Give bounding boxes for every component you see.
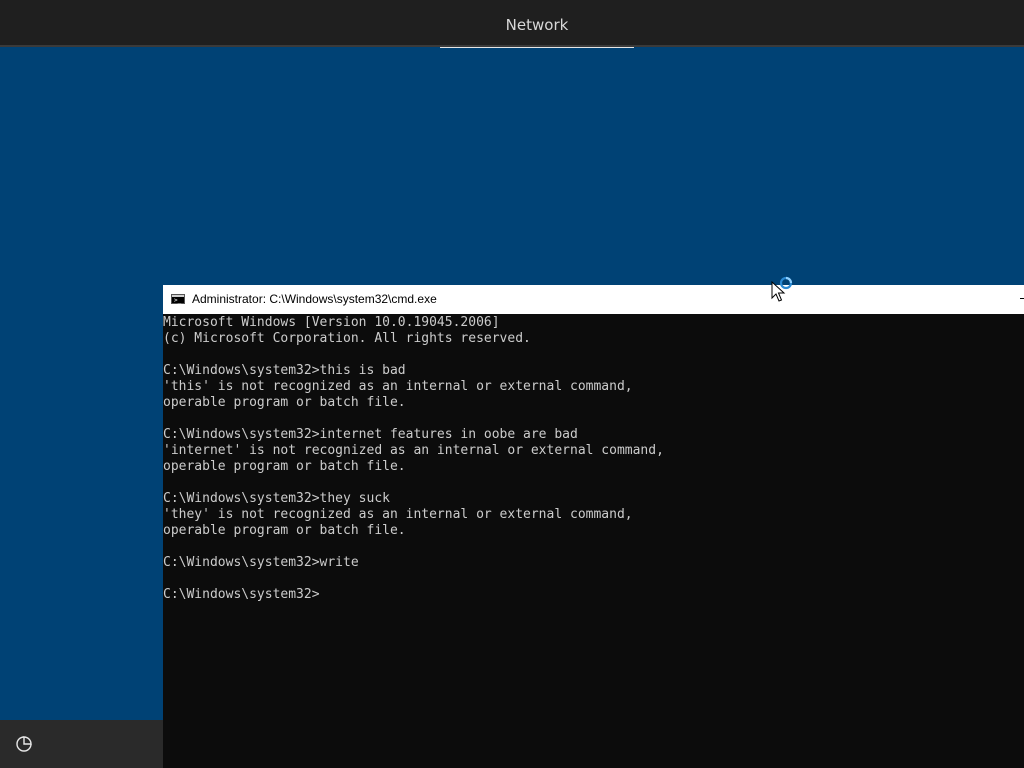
oobe-bottom-bar bbox=[0, 720, 163, 768]
console-line: C:\Windows\system32> bbox=[163, 587, 320, 602]
console-line: C:\Windows\system32>write bbox=[163, 555, 359, 570]
cmd-icon: >_ bbox=[171, 294, 185, 304]
top-bar-divider bbox=[0, 45, 1024, 47]
console-line: operable program or batch file. bbox=[163, 395, 406, 410]
cmd-window-title: Administrator: C:\Windows\system32\cmd.e… bbox=[192, 292, 437, 306]
minimize-button[interactable] bbox=[1020, 298, 1024, 299]
console-line: 'this' is not recognized as an internal … bbox=[163, 379, 633, 394]
console-line: (c) Microsoft Corporation. All rights re… bbox=[163, 331, 531, 346]
mouse-pointer-icon bbox=[771, 281, 786, 302]
cmd-window[interactable]: >_ Administrator: C:\Windows\system32\cm… bbox=[163, 285, 1024, 768]
console-line: C:\Windows\system32>internet features in… bbox=[163, 427, 578, 442]
console-line: operable program or batch file. bbox=[163, 459, 406, 474]
ease-of-access-icon[interactable] bbox=[14, 734, 34, 754]
console-line: C:\Windows\system32>this is bad bbox=[163, 363, 406, 378]
tab-network[interactable]: Network bbox=[440, 0, 634, 48]
console-line: operable program or batch file. bbox=[163, 523, 406, 538]
console-line: C:\Windows\system32>they suck bbox=[163, 491, 390, 506]
console-line: Microsoft Windows [Version 10.0.19045.20… bbox=[163, 315, 500, 330]
tab-network-label: Network bbox=[505, 16, 569, 34]
console-line: 'they' is not recognized as an internal … bbox=[163, 507, 633, 522]
console-output[interactable]: Microsoft Windows [Version 10.0.19045.20… bbox=[163, 315, 1024, 603]
console-line: 'internet' is not recognized as an inter… bbox=[163, 443, 664, 458]
cmd-title-bar[interactable]: >_ Administrator: C:\Windows\system32\cm… bbox=[163, 285, 1024, 314]
oobe-top-bar: Network bbox=[0, 0, 1024, 48]
